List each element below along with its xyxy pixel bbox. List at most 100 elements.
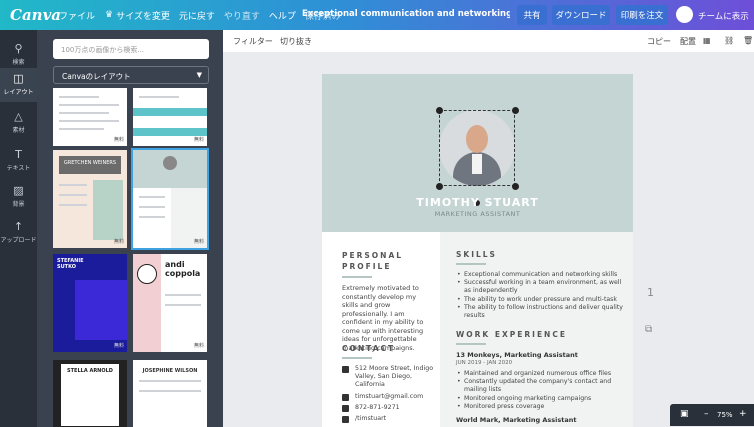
zoom-out-button[interactable]: – (704, 409, 709, 419)
notes-icon[interactable]: ▣ (680, 409, 689, 419)
layout-icon: ◫ (13, 72, 24, 85)
phone-icon (342, 404, 349, 412)
location-icon (342, 366, 349, 373)
layout-thumbnail[interactable]: STELLA ARNOLD (53, 360, 127, 427)
contact-phone[interactable]: 872-871-9271 (342, 404, 434, 412)
layout-thumbnail[interactable]: andi coppola 無料 (133, 254, 207, 352)
thumbnail-title: andi coppola (165, 260, 201, 278)
layouts-panel: 100万点の画像から検索... Canvaのレイアウト ▼ 無料 無料 GRET… (37, 30, 223, 427)
zoom-bar: ▣ – 75% + (670, 404, 754, 426)
top-bar: Canva ファイル ♛ サイズを変更 元に戻す やり直す ヘルプ 保存済み E… (0, 0, 754, 30)
crown-icon: ♛ (105, 10, 114, 20)
layout-thumbnail[interactable]: 無料 (133, 88, 207, 146)
resume-left-column: PERSONAL PROFILE Extremely motivated to … (322, 232, 440, 427)
rail-item-search[interactable]: ⚲ 検索 (0, 38, 37, 72)
duplicate-page-icon[interactable]: ⧉ (645, 324, 652, 335)
job-title[interactable]: 13 Monkeys, Marketing Assistant (456, 351, 626, 359)
crop-button[interactable]: 切り抜き (280, 36, 312, 47)
canva-logo[interactable]: Canva (10, 6, 61, 24)
menu-file[interactable]: ファイル (59, 9, 95, 22)
select-value: Canvaのレイアウト (62, 72, 131, 81)
copy-button[interactable]: コピー (647, 36, 671, 47)
rail-label: レイアウト (3, 89, 34, 96)
layout-thumbnail[interactable]: 無料 (53, 88, 127, 146)
layout-thumbnail[interactable]: GRETCHEN WEINERS 無料 (53, 150, 127, 248)
arrange-button[interactable]: 配置 (680, 36, 696, 47)
resume-name[interactable]: TIMOTHY STUART (322, 196, 633, 209)
thumbnail-title: JOSEPHINE WILSON (142, 368, 198, 374)
trash-icon[interactable]: 🗑 (743, 36, 753, 45)
resize-handle[interactable] (512, 183, 519, 190)
contact-text: 872-871-9271 (355, 403, 400, 411)
search-input[interactable]: 100万点の画像から検索... (53, 39, 209, 59)
list-item: Monitored ongoing marketing campaigns (457, 395, 626, 403)
list-item: The ability to follow instructions and d… (457, 304, 626, 320)
rail-label: アップロード (0, 237, 37, 244)
document-title[interactable]: Exceptional communication and networking… (302, 9, 510, 19)
page-number: 1 (647, 286, 654, 299)
contact-address[interactable]: 512 Moore Street, Indigo Valley, San Die… (342, 365, 434, 390)
resize-handle[interactable] (512, 107, 519, 114)
resume-role[interactable]: MARKETING ASSISTANT (322, 210, 633, 218)
rail-label: テキスト (6, 165, 31, 172)
resume-page: TIMOTHY STUART MARKETING ASSISTANT PERSO… (322, 74, 633, 427)
job-dates[interactable]: JUN 2019 - JAN 2020 (456, 360, 626, 366)
rail-item-background[interactable]: ▨ 背景 (0, 180, 37, 214)
skills-list[interactable]: Exceptional communication and networking… (456, 271, 626, 320)
download-button[interactable]: ダウンロード (552, 5, 610, 25)
layout-thumbnail[interactable]: STEFANIE SUTKO 無料 (53, 254, 127, 352)
layout-category-select[interactable]: Canvaのレイアウト ▼ (53, 66, 209, 84)
resume-right-column: SKILLS Exceptional communication and net… (440, 232, 633, 427)
layout-thumbnail[interactable]: JOSEPHINE WILSON (133, 360, 207, 427)
rail-item-text[interactable]: T テキスト (0, 144, 37, 178)
contact-email[interactable]: timstuart@gmail.com (342, 393, 434, 401)
rail-label: 素材 (12, 127, 25, 134)
upload-icon: ↑ (13, 220, 24, 233)
context-toolbar: フィルター 切り抜き コピー 配置 ▦ ⛓ 🗑 (223, 30, 754, 52)
contact-heading[interactable]: CONTACT (342, 344, 434, 353)
search-icon: ⚲ (14, 42, 23, 55)
skills-heading[interactable]: SKILLS (456, 250, 626, 259)
free-badge: 無料 (113, 137, 124, 143)
rail-item-upload[interactable]: ↑ アップロード (0, 216, 37, 250)
profile-heading[interactable]: PERSONAL PROFILE (342, 250, 428, 272)
free-badge: 無料 (193, 137, 204, 143)
resize-handle[interactable] (436, 107, 443, 114)
filter-button[interactable]: フィルター (233, 36, 273, 47)
elements-icon: △ (14, 110, 23, 123)
print-order-button[interactable]: 印刷を注文 (616, 5, 668, 25)
selection-box (439, 110, 515, 186)
work-heading[interactable]: WORK EXPERIENCE (456, 330, 626, 339)
contact-text: /timstuart (355, 415, 387, 423)
side-rail: ⚲ 検索 ◫ レイアウト △ 素材 T テキスト ▨ 背景 ↑ アップロード (0, 30, 37, 427)
menu-redo[interactable]: やり直す (224, 9, 260, 22)
contact-social[interactable]: /timstuart (342, 415, 434, 424)
profile-text[interactable]: Extremely motivated to constantly develo… (342, 284, 428, 352)
zoom-level[interactable]: 75% (717, 411, 733, 419)
contact-text: timstuart@gmail.com (355, 392, 424, 400)
layout-thumbnail-selected[interactable]: 無料 (131, 148, 209, 250)
contact-text: 512 Moore Street, Indigo Valley, San Die… (355, 365, 434, 389)
job-title[interactable]: World Mark, Marketing Assistant (456, 416, 626, 424)
menu-resize[interactable]: サイズを変更 (116, 9, 170, 22)
menu-undo[interactable]: 元に戻す (179, 9, 215, 22)
text-icon: T (15, 148, 22, 161)
list-item: The ability to work under pressure and m… (457, 296, 626, 304)
zoom-in-button[interactable]: + (739, 409, 747, 419)
avatar[interactable] (676, 6, 693, 23)
team-view-button[interactable]: チームに表示 (698, 10, 749, 22)
free-badge: 無料 (193, 343, 204, 349)
share-button[interactable]: 共有 (517, 5, 547, 25)
resize-handle[interactable] (436, 183, 443, 190)
link-icon[interactable]: ⛓ (724, 36, 734, 45)
free-badge: 無料 (113, 343, 124, 349)
rail-item-layout[interactable]: ◫ レイアウト (0, 68, 37, 102)
list-item: Maintained and organized numerous office… (457, 370, 626, 378)
free-badge: 無料 (113, 239, 124, 245)
menu-help[interactable]: ヘルプ (269, 9, 296, 22)
job-points[interactable]: Maintained and organized numerous office… (456, 370, 626, 411)
list-item: Monitored press coverage (457, 403, 626, 411)
thumbnail-title: GRETCHEN WEINERS (63, 160, 117, 166)
rail-item-elements[interactable]: △ 素材 (0, 106, 37, 140)
transparency-icon[interactable]: ▦ (703, 36, 711, 45)
